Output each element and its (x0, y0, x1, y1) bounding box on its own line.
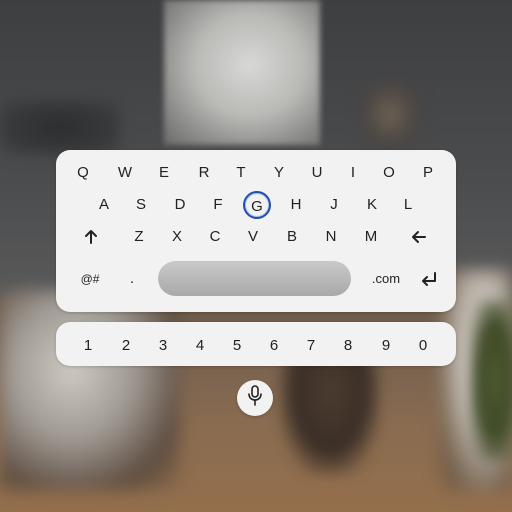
key-h[interactable]: H (282, 191, 310, 219)
key-r[interactable]: R (190, 159, 218, 187)
key-x[interactable]: X (163, 223, 191, 251)
key-j[interactable]: J (320, 191, 348, 219)
key-f[interactable]: F (204, 191, 232, 219)
voice-input-button[interactable] (237, 380, 273, 416)
key-g[interactable]: G (243, 191, 271, 219)
period-key[interactable]: . (118, 265, 146, 293)
key-7[interactable]: 7 (297, 332, 325, 360)
background-table (280, 355, 380, 475)
enter-key[interactable] (415, 265, 443, 293)
dotcom-key[interactable]: .com (366, 265, 406, 293)
key-6[interactable]: 6 (260, 332, 288, 360)
symbols-key[interactable]: @# (73, 265, 107, 293)
key-p[interactable]: P (414, 159, 442, 187)
key-2[interactable]: 2 (112, 332, 140, 360)
key-8[interactable]: 8 (334, 332, 362, 360)
background-plant (470, 300, 512, 460)
key-v[interactable]: V (239, 223, 267, 251)
key-d[interactable]: D (166, 191, 194, 219)
key-w[interactable]: W (111, 159, 139, 187)
key-s[interactable]: S (127, 191, 155, 219)
arrow-left-icon (411, 229, 427, 245)
microphone-icon (247, 384, 263, 412)
key-k[interactable]: K (358, 191, 386, 219)
background-chair-left (0, 290, 180, 490)
enter-return-icon (420, 271, 438, 287)
background-lamp (360, 80, 420, 150)
key-o[interactable]: O (375, 159, 403, 187)
key-z[interactable]: Z (125, 223, 153, 251)
key-9[interactable]: 9 (372, 332, 400, 360)
key-a[interactable]: A (90, 191, 118, 219)
arrow-up-icon (83, 229, 99, 245)
key-m[interactable]: M (357, 223, 385, 251)
key-4[interactable]: 4 (186, 332, 214, 360)
key-u[interactable]: U (303, 159, 331, 187)
key-t[interactable]: T (227, 159, 255, 187)
key-e[interactable]: E (150, 159, 178, 187)
key-c[interactable]: C (201, 223, 229, 251)
shift-key[interactable] (77, 223, 105, 251)
background-shelf (0, 100, 120, 155)
key-b[interactable]: B (278, 223, 306, 251)
key-1[interactable]: 1 (74, 332, 102, 360)
space-bar[interactable] (158, 261, 351, 296)
key-q[interactable]: Q (69, 159, 97, 187)
backspace-key[interactable] (405, 223, 433, 251)
key-0[interactable]: 0 (409, 332, 437, 360)
key-3[interactable]: 3 (149, 332, 177, 360)
background-artwork (164, 0, 320, 145)
key-l[interactable]: L (394, 191, 422, 219)
key-y[interactable]: Y (265, 159, 293, 187)
key-n[interactable]: N (317, 223, 345, 251)
key-5[interactable]: 5 (223, 332, 251, 360)
key-i[interactable]: I (339, 159, 367, 187)
